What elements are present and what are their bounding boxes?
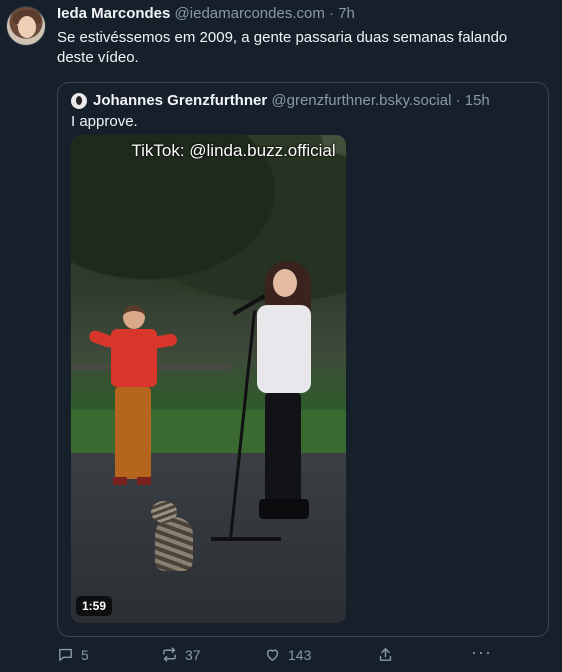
quoted-header-separator: ·: [455, 92, 461, 109]
video-duration-badge: 1:59: [76, 596, 113, 616]
quoted-post-header: Johannes Grenzfurthner @grenzfurthner.bs…: [71, 92, 490, 109]
quoted-post[interactable]: Johannes Grenzfurthner @grenzfurthner.bs…: [57, 82, 549, 637]
quoted-author-avatar[interactable]: [71, 92, 87, 109]
comment-icon: [59, 648, 72, 661]
like-button[interactable]: 143: [264, 646, 311, 663]
reply-count: 5: [81, 646, 89, 663]
heart-icon: [266, 649, 279, 661]
post-header: Ieda Marcondes @iedamarcondes.com · 7h: [57, 5, 355, 22]
post-actions: 5 37 143 ···: [57, 642, 497, 666]
post-text: Se estivéssemos em 2009, a gente passari…: [57, 28, 547, 68]
video-cat: [151, 501, 195, 573]
post[interactable]: Ieda Marcondes @iedamarcondes.com · 7h S…: [0, 0, 562, 672]
more-icon: ···: [471, 642, 492, 662]
quoted-post-text: I approve.: [71, 113, 138, 130]
share-icon: [379, 648, 392, 661]
quoted-author-name[interactable]: Johannes Grenzfurthner: [93, 92, 267, 109]
author-avatar[interactable]: [6, 6, 46, 46]
video-player[interactable]: TikTok: @linda.buzz.official 1:59: [71, 135, 346, 623]
reply-button[interactable]: 5: [57, 646, 89, 663]
more-options-button[interactable]: ···: [471, 642, 492, 663]
post-text-line: Se estivéssemos em 2009, a gente passari…: [57, 29, 508, 46]
repost-button[interactable]: 37: [161, 646, 201, 663]
repost-count: 37: [185, 646, 201, 663]
quoted-post-time[interactable]: 15h: [465, 92, 490, 109]
post-time[interactable]: 7h: [338, 5, 355, 22]
like-count: 143: [288, 646, 312, 663]
share-button[interactable]: [377, 646, 401, 663]
author-name[interactable]: Ieda Marcondes: [57, 5, 170, 22]
video-dancing-boy: [87, 305, 178, 505]
video-singing-girl: [253, 261, 323, 551]
header-separator: ·: [329, 5, 335, 22]
video-watermark: TikTok: @linda.buzz.official: [131, 141, 336, 160]
post-text-line: deste vídeo.: [57, 49, 139, 66]
author-handle[interactable]: @iedamarcondes.com: [175, 5, 325, 22]
repost-icon: [163, 647, 176, 662]
avatar-face: [18, 16, 36, 38]
quoted-author-handle[interactable]: @grenzfurthner.bsky.social: [271, 92, 451, 109]
